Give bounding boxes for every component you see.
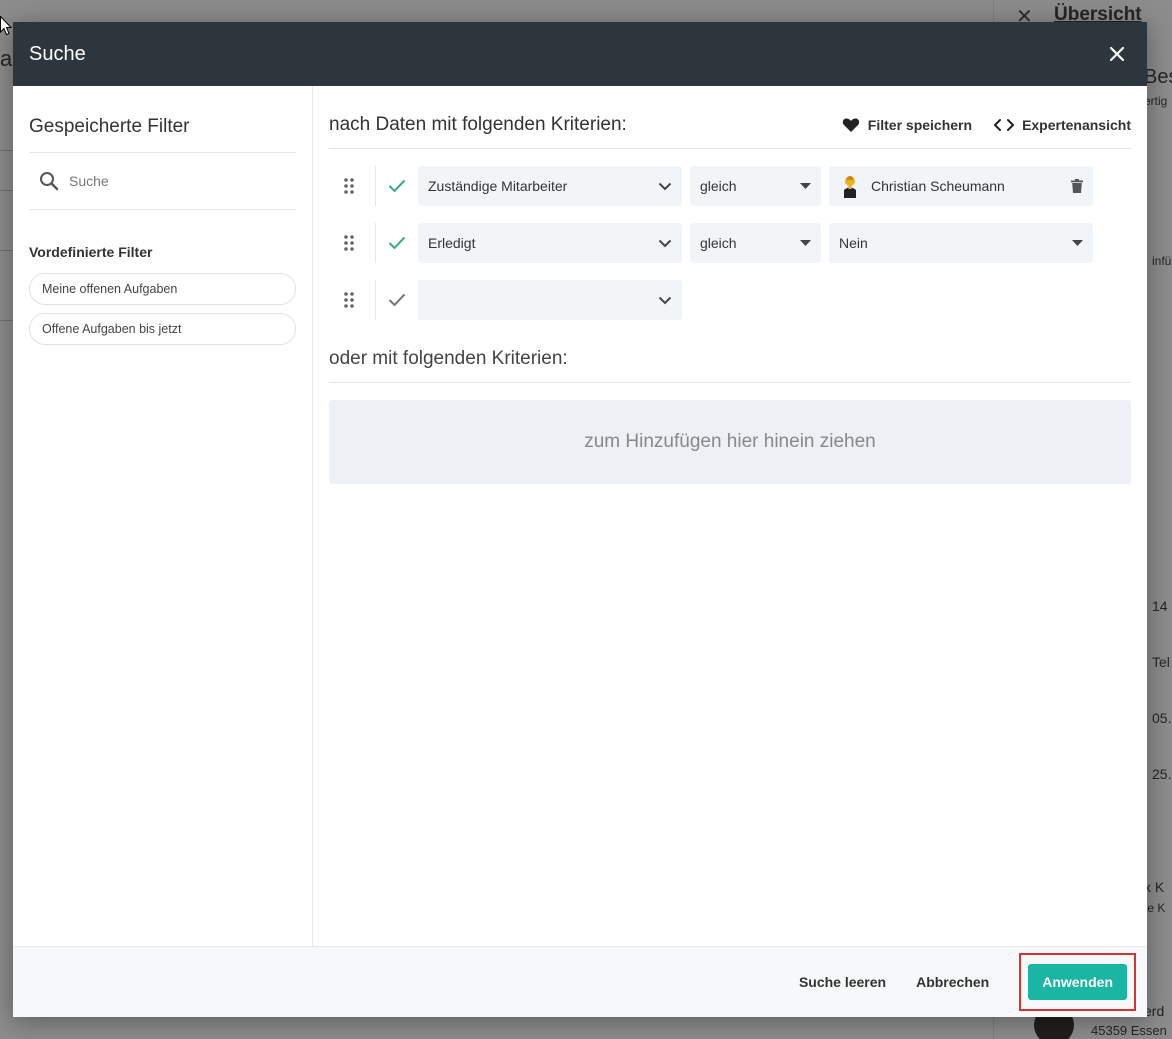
caret-down-icon: [800, 240, 811, 246]
criterion-row: [329, 280, 1131, 320]
chevron-down-icon: [658, 296, 672, 304]
trash-icon[interactable]: [1071, 179, 1083, 193]
predefined-filter-item[interactable]: Offene Aufgaben bis jetzt: [29, 313, 296, 345]
criteria-panel: nach Daten mit folgenden Kriterien: Filt…: [313, 86, 1147, 946]
close-icon: [1109, 46, 1125, 62]
save-filter-button[interactable]: Filter speichern: [842, 117, 972, 133]
criterion-value-text: Nein: [839, 235, 868, 251]
mouse-cursor-icon: [0, 16, 12, 36]
filter-search-row: [29, 153, 296, 210]
modal-body: Gespeicherte Filter Vordefinierte Filter…: [13, 86, 1147, 946]
or-criteria-title: oder mit folgenden Kriterien:: [329, 348, 1131, 383]
drag-handle[interactable]: [329, 178, 369, 194]
saved-filters-sidebar: Gespeicherte Filter Vordefinierte Filter…: [13, 86, 313, 946]
modal-title: Suche: [29, 42, 86, 65]
check-icon: [388, 293, 406, 307]
header-actions: Filter speichern Expertenansicht: [842, 117, 1131, 133]
apply-highlight: Anwenden: [1019, 953, 1136, 1011]
criterion-field-value: Zuständige Mitarbeiter: [428, 178, 568, 194]
drag-handle[interactable]: [329, 292, 369, 308]
drag-handle-icon: [344, 235, 354, 251]
check-icon: [388, 179, 406, 193]
caret-down-icon: [1072, 240, 1083, 246]
modal-footer: Suche leeren Abbrechen Anwenden: [13, 946, 1147, 1017]
criterion-field-select[interactable]: Erledigt: [418, 223, 682, 263]
criterion-toggle[interactable]: [376, 293, 418, 307]
criterion-toggle[interactable]: [376, 179, 418, 193]
criterion-operator-value: gleich: [700, 178, 737, 194]
cancel-button[interactable]: Abbrechen: [916, 974, 989, 990]
check-icon: [388, 236, 406, 250]
criterion-operator-value: gleich: [700, 235, 737, 251]
criterion-value-select[interactable]: Nein: [829, 223, 1093, 263]
criterion-field-value: Erledigt: [428, 235, 476, 251]
caret-down-icon: [800, 183, 811, 189]
criterion-operator-select[interactable]: gleich: [690, 223, 821, 263]
drag-handle[interactable]: [329, 235, 369, 251]
code-icon: [994, 119, 1015, 131]
criterion-toggle[interactable]: [376, 236, 418, 250]
criterion-value-field[interactable]: Christian Scheumann: [829, 166, 1093, 206]
criterion-row: Erledigt gleich Nein: [329, 223, 1131, 263]
drag-handle-icon: [344, 178, 354, 194]
search-icon: [40, 172, 59, 191]
save-filter-label: Filter speichern: [867, 117, 973, 133]
user-avatar-icon: [844, 176, 856, 198]
criteria-header: nach Daten mit folgenden Kriterien: Filt…: [329, 114, 1131, 149]
criterion-row: Zuständige Mitarbeiter gleich Christian …: [329, 166, 1131, 206]
predefined-filter-item[interactable]: Meine offenen Aufgaben: [29, 273, 296, 305]
chevron-down-icon: [658, 182, 672, 190]
search-modal: Suche Gespeicherte Filter Vordefinierte …: [13, 22, 1147, 1017]
filter-search-input[interactable]: [69, 173, 269, 189]
modal-header: Suche: [13, 22, 1147, 86]
expert-view-label: Expertenansicht: [1022, 117, 1131, 133]
criterion-field-select-empty[interactable]: [418, 280, 682, 320]
chevron-down-icon: [658, 239, 672, 247]
saved-filters-title: Gespeicherte Filter: [29, 116, 296, 153]
apply-button[interactable]: Anwenden: [1028, 964, 1127, 1000]
expert-view-button[interactable]: Expertenansicht: [994, 117, 1131, 133]
clear-search-button[interactable]: Suche leeren: [799, 974, 886, 990]
criterion-value-text: Christian Scheumann: [871, 178, 1005, 194]
criterion-field-select[interactable]: Zuständige Mitarbeiter: [418, 166, 682, 206]
heart-icon: [842, 118, 859, 132]
predefined-filters-label: Vordefinierte Filter: [29, 244, 153, 260]
and-criteria-title: nach Daten mit folgenden Kriterien:: [329, 114, 627, 135]
modal-close-button[interactable]: [1103, 40, 1131, 68]
drag-handle-icon: [344, 292, 354, 308]
criterion-operator-select[interactable]: gleich: [690, 166, 821, 206]
or-criteria-dropzone[interactable]: zum Hinzufügen hier hinein ziehen: [329, 400, 1131, 484]
